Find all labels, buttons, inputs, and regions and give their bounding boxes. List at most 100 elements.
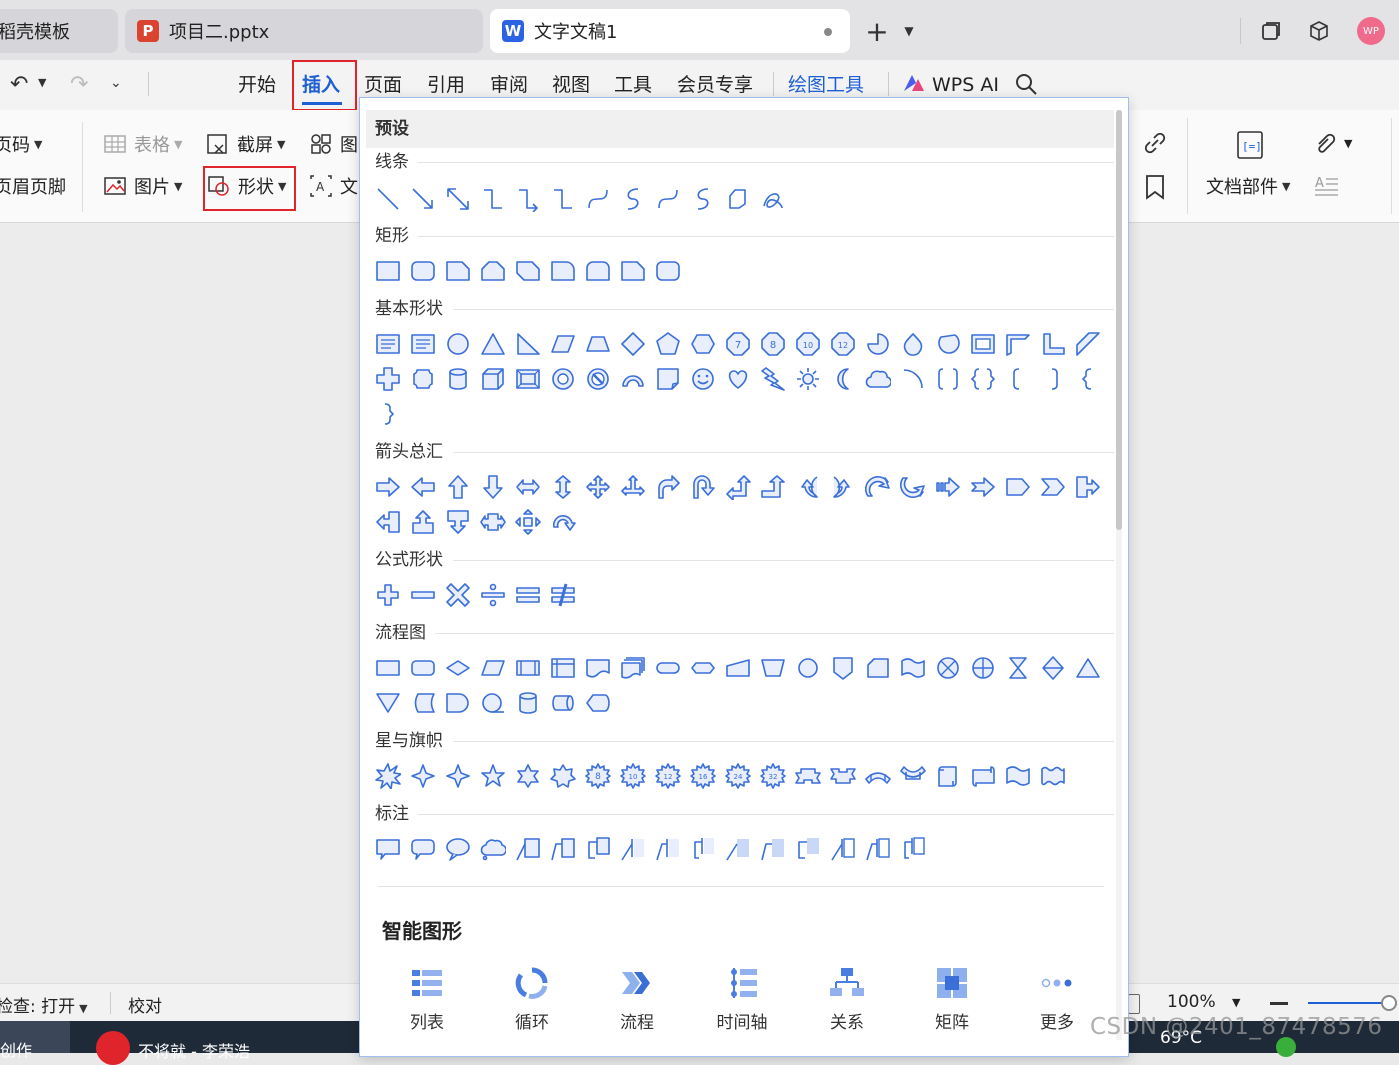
a-l-r-shape-icon[interactable] — [515, 474, 541, 500]
f-tape-shape-icon[interactable] — [900, 655, 926, 681]
dblwave-shape-icon[interactable] — [1040, 763, 1066, 789]
heart-shape-icon[interactable] — [725, 366, 751, 392]
f-term-shape-icon[interactable] — [655, 655, 681, 681]
a-curv-d-shape-icon[interactable] — [900, 474, 926, 500]
star-n-8-shape-icon[interactable]: 8 — [585, 763, 611, 789]
c-line3-shape-icon[interactable] — [585, 836, 611, 862]
f-merge-shape-icon[interactable] — [375, 690, 401, 716]
star7-shape-icon[interactable] — [550, 763, 576, 789]
redo-icon[interactable]: ↷ — [70, 72, 88, 97]
fullscreen-icon[interactable] — [1128, 994, 1140, 1014]
m-eq-shape-icon[interactable] — [515, 582, 541, 608]
a-quad-shape-icon[interactable] — [585, 474, 611, 500]
snip1-shape-icon[interactable] — [445, 258, 471, 284]
f-data-shape-icon[interactable] — [480, 655, 506, 681]
wps-ai-icon[interactable] — [902, 73, 926, 97]
c-accent2-shape-icon[interactable] — [655, 836, 681, 862]
scroll-v-shape-icon[interactable] — [935, 763, 961, 789]
smart-process-button[interactable]: 流程 — [597, 966, 677, 1033]
a-l-r-u-shape-icon[interactable] — [620, 474, 646, 500]
menu-drawing-tools[interactable]: 绘图工具 — [788, 70, 864, 100]
a-bent-shape-icon[interactable] — [655, 474, 681, 500]
zoom-slider-handle[interactable] — [1381, 995, 1397, 1011]
c-border1-shape-icon[interactable] — [830, 836, 856, 862]
callout-l-shape-icon[interactable] — [375, 509, 401, 535]
poly-n-8-shape-icon[interactable]: 8 — [760, 331, 786, 357]
circle-shape-icon[interactable] — [445, 331, 471, 357]
icon-library-button[interactable]: 图 — [310, 130, 358, 158]
c-accent1-shape-icon[interactable] — [620, 836, 646, 862]
menu-tools[interactable]: 工具 — [614, 70, 652, 100]
quick-access-chevron-icon[interactable]: ⌄ — [110, 75, 122, 91]
attachment-icon[interactable] — [1313, 130, 1341, 160]
menu-view[interactable]: 视图 — [552, 70, 590, 100]
smart-relation-button[interactable]: 关系 — [807, 966, 887, 1033]
c-rect-shape-icon[interactable] — [375, 836, 401, 862]
scurve-shape-icon[interactable] — [620, 186, 646, 212]
elbowarrow-shape-icon[interactable] — [515, 186, 541, 212]
tab-docer-templates[interactable]: 稻壳模板 — [0, 9, 118, 53]
f-seq-access-shape-icon[interactable] — [480, 690, 506, 716]
diamond-shape-icon[interactable] — [620, 331, 646, 357]
moon-shape-icon[interactable] — [830, 366, 856, 392]
c-no-border3-shape-icon[interactable] — [795, 836, 821, 862]
star-n-24-shape-icon[interactable]: 24 — [725, 763, 751, 789]
c-cloud-shape-icon[interactable] — [480, 836, 506, 862]
star4-shape-icon[interactable] — [445, 763, 471, 789]
m-mult-shape-icon[interactable] — [445, 582, 471, 608]
music-now-playing[interactable]: 不将就 - 李荣浩 — [138, 1038, 250, 1062]
smart-list-button[interactable]: 列表 — [387, 966, 467, 1033]
m-minus-shape-icon[interactable] — [410, 582, 436, 608]
arc-shape-icon[interactable] — [620, 366, 646, 392]
f-delay-shape-icon[interactable] — [445, 690, 471, 716]
tab-word-document[interactable]: W 文字文稿1 — [490, 9, 850, 53]
pent-arrow-shape-icon[interactable] — [1005, 474, 1031, 500]
callout-l-r-shape-icon[interactable] — [480, 509, 506, 535]
a-curv-u-shape-icon[interactable] — [865, 474, 891, 500]
a-l-shape-icon[interactable] — [410, 474, 436, 500]
f-alt-shape-icon[interactable] — [410, 655, 436, 681]
f-internal-shape-icon[interactable] — [550, 655, 576, 681]
tear-shape-icon[interactable] — [900, 331, 926, 357]
f-direct-shape-icon[interactable] — [550, 690, 576, 716]
f-manual-in-shape-icon[interactable] — [725, 655, 751, 681]
picture-button[interactable]: 图片 ▼ — [104, 172, 182, 200]
table-button[interactable]: 表格 ▼ — [104, 130, 182, 158]
star5-shape-icon[interactable] — [480, 763, 506, 789]
star-n-32-shape-icon[interactable]: 32 — [760, 763, 786, 789]
a-curv-r-shape-icon[interactable] — [795, 474, 821, 500]
f-sum-j-shape-icon[interactable] — [935, 655, 961, 681]
m-neq-shape-icon[interactable] — [550, 582, 576, 608]
freeform-shape-icon[interactable] — [725, 186, 751, 212]
curve-shape-icon[interactable] — [655, 186, 681, 212]
snip1-shape-icon[interactable] — [620, 258, 646, 284]
f-collate-shape-icon[interactable] — [1005, 655, 1031, 681]
c-border3-shape-icon[interactable] — [900, 836, 926, 862]
a-striped-shape-icon[interactable] — [935, 474, 961, 500]
f-extract-shape-icon[interactable] — [1075, 655, 1101, 681]
lbracket-shape-icon[interactable] — [1005, 366, 1031, 392]
spell-check-status[interactable]: 检查: 打开 ▼ — [0, 992, 88, 1017]
f-predef-shape-icon[interactable] — [515, 655, 541, 681]
ribbon-dn-shape-icon[interactable] — [830, 763, 856, 789]
tab-list-chevron-icon[interactable]: ▼ — [896, 18, 922, 44]
poly-n-10-shape-icon[interactable]: 10 — [795, 331, 821, 357]
donut-shape-icon[interactable] — [550, 366, 576, 392]
a-u-d-shape-icon[interactable] — [550, 474, 576, 500]
curv-rib-up-shape-icon[interactable] — [865, 763, 891, 789]
poly-n-7-shape-icon[interactable]: 7 — [725, 331, 751, 357]
f-decision-shape-icon[interactable] — [445, 655, 471, 681]
f-multi-doc-shape-icon[interactable] — [620, 655, 646, 681]
chevron-shape-icon[interactable] — [1040, 474, 1066, 500]
cloud-shape-icon[interactable] — [865, 366, 891, 392]
diagstripe-shape-icon[interactable] — [1075, 331, 1101, 357]
circ-arrow-shape-icon[interactable] — [550, 509, 576, 535]
snipd-shape-icon[interactable] — [515, 258, 541, 284]
rtri-shape-icon[interactable] — [515, 331, 541, 357]
tab-ppt-project[interactable]: P 项目二.pptx — [125, 9, 483, 53]
menu-wps-ai[interactable]: WPS AI — [932, 70, 999, 100]
dblarrow-shape-icon[interactable] — [445, 186, 471, 212]
a-uturn-shape-icon[interactable] — [690, 474, 716, 500]
elbow-shape-icon[interactable] — [480, 186, 506, 212]
a-d-shape-icon[interactable] — [480, 474, 506, 500]
